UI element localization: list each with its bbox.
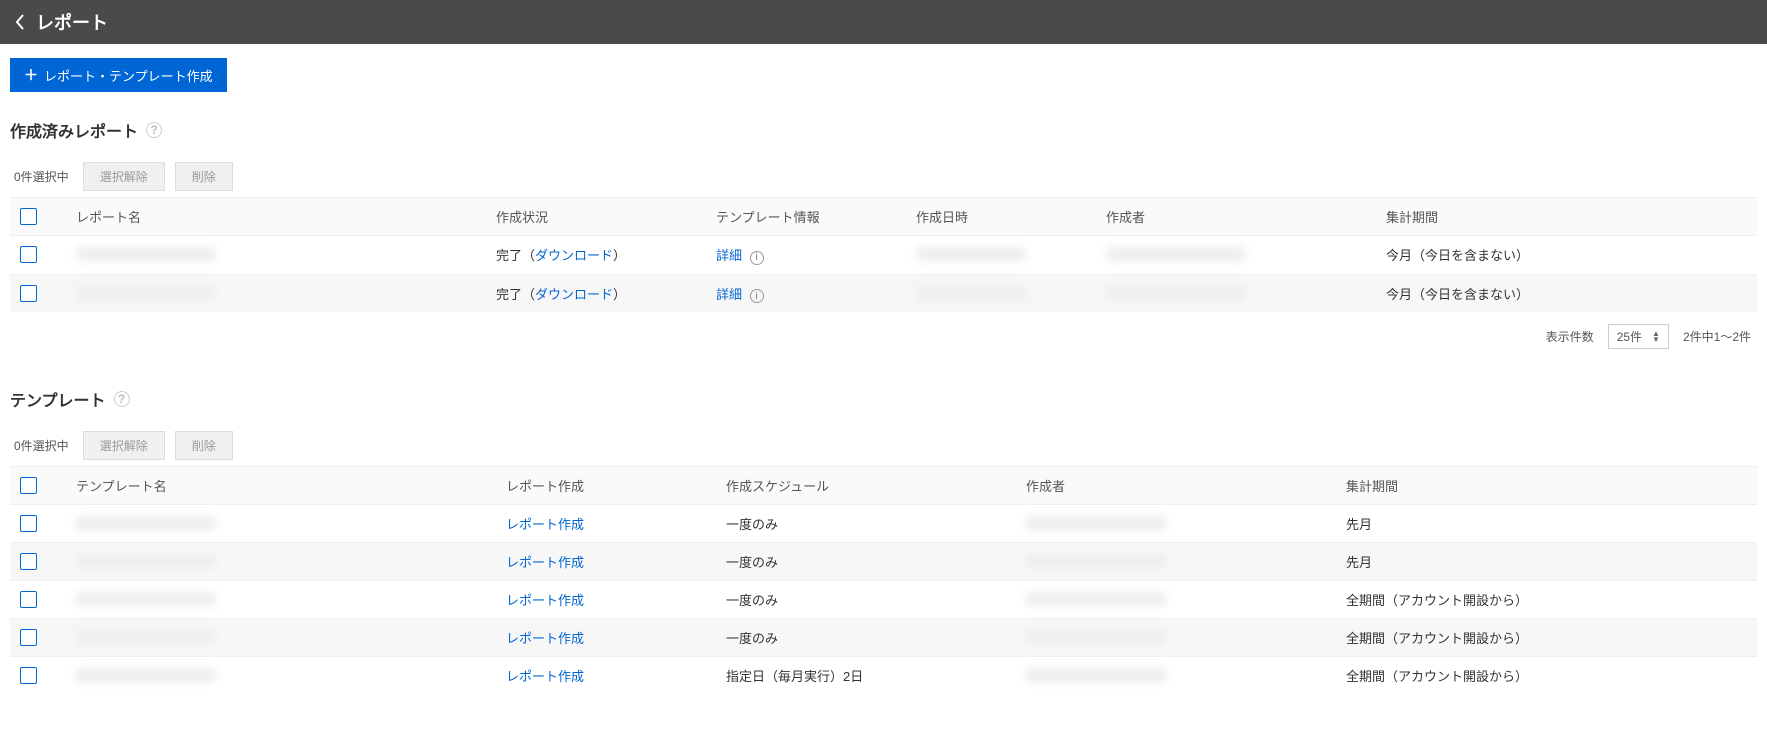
row-checkbox[interactable] — [20, 515, 37, 532]
detail-cell: 詳細 i — [706, 236, 906, 275]
create-report-link[interactable]: レポート作成 — [506, 555, 584, 570]
col-template-name: テンプレート名 — [66, 467, 496, 505]
reports-table: レポート名 作成状況 テンプレート情報 作成日時 作成者 集計期間 完了（ダウン… — [10, 197, 1757, 312]
period-cell: 今月（今日を含まない） — [1376, 274, 1757, 312]
col-template-info: テンプレート情報 — [706, 198, 906, 236]
templates-selected-count: 0件選択中 — [14, 437, 69, 454]
create-report-label: レポート・テンプレート作成 — [44, 66, 213, 85]
back-icon[interactable] — [14, 13, 26, 31]
page-title: レポート — [36, 9, 108, 35]
page-size-label: 表示件数 — [1546, 328, 1594, 345]
create-report-button[interactable]: ＋ レポート・テンプレート作成 — [10, 58, 227, 92]
table-row: レポート作成指定日（毎月実行）2日 全期間（アカウント開設から） — [10, 657, 1757, 695]
page-size-select[interactable]: 25件 ▲▼ — [1608, 324, 1669, 349]
create-report-link[interactable]: レポート作成 — [506, 517, 584, 532]
reports-pager: 表示件数 25件 ▲▼ 2件中1～2件 — [10, 312, 1757, 361]
period-cell: 全期間（アカウント開設から） — [1336, 619, 1757, 657]
table-row: レポート作成 一度のみ 全期間（アカウント開設から） — [10, 581, 1757, 619]
row-checkbox[interactable] — [20, 553, 37, 570]
period-cell: 先月 — [1336, 543, 1757, 581]
templates-table: テンプレート名 レポート作成 作成スケジュール 作成者 集計期間 レポート作成一… — [10, 466, 1757, 694]
table-row: レポート作成 一度のみ 全期間（アカウント開設から） — [10, 619, 1757, 657]
created-at-redacted — [916, 247, 1026, 261]
template-name-redacted — [76, 516, 216, 530]
creator-redacted — [1026, 554, 1166, 568]
templates-deselect-button[interactable]: 選択解除 — [83, 431, 165, 460]
col-report-status: 作成状況 — [486, 198, 706, 236]
info-icon[interactable]: i — [750, 251, 764, 265]
templates-header-row: テンプレート名 レポート作成 作成スケジュール 作成者 集計期間 — [10, 467, 1757, 505]
download-link[interactable]: ダウンロード — [535, 248, 613, 263]
creator-redacted — [1026, 516, 1166, 530]
page-range: 2件中1～2件 — [1683, 328, 1751, 345]
schedule-cell: 一度のみ — [716, 505, 1016, 543]
col-template-schedule: 作成スケジュール — [716, 467, 1016, 505]
schedule-cell: 一度のみ — [716, 543, 1016, 581]
reports-header-row: レポート名 作成状況 テンプレート情報 作成日時 作成者 集計期間 — [10, 198, 1757, 236]
plus-icon: ＋ — [24, 65, 38, 85]
col-template-create: レポート作成 — [496, 467, 716, 505]
stepper-icon: ▲▼ — [1652, 331, 1660, 343]
page-header: レポート — [0, 0, 1767, 44]
schedule-cell: 指定日（毎月実行）2日 — [716, 657, 1016, 695]
period-cell: 全期間（アカウント開設から） — [1336, 657, 1757, 695]
col-report-name: レポート名 — [66, 198, 486, 236]
reports-toolbar: 0件選択中 選択解除 削除 — [10, 156, 1757, 197]
col-template-period: 集計期間 — [1336, 467, 1757, 505]
reports-delete-button[interactable]: 削除 — [175, 162, 233, 191]
help-icon[interactable]: ? — [146, 122, 162, 138]
help-icon[interactable]: ? — [114, 391, 130, 407]
reports-deselect-button[interactable]: 選択解除 — [83, 162, 165, 191]
templates-toolbar: 0件選択中 選択解除 削除 — [10, 425, 1757, 466]
row-checkbox[interactable] — [20, 285, 37, 302]
period-cell: 先月 — [1336, 505, 1757, 543]
created-at-redacted — [916, 286, 1026, 300]
reports-section-title: 作成済みレポート ? — [10, 118, 1757, 142]
reports-select-all[interactable] — [20, 208, 37, 225]
col-period: 集計期間 — [1376, 198, 1757, 236]
creator-redacted — [1106, 286, 1246, 300]
create-report-link[interactable]: レポート作成 — [506, 631, 584, 646]
period-cell: 全期間（アカウント開設から） — [1336, 581, 1757, 619]
row-checkbox[interactable] — [20, 629, 37, 646]
creator-redacted — [1026, 630, 1166, 644]
col-template-creator: 作成者 — [1016, 467, 1336, 505]
detail-link[interactable]: 詳細 — [716, 287, 742, 302]
templates-delete-button[interactable]: 削除 — [175, 431, 233, 460]
table-row: レポート作成 一度のみ 先月 — [10, 505, 1757, 543]
schedule-cell: 一度のみ — [716, 581, 1016, 619]
template-name-redacted — [76, 592, 216, 606]
download-link[interactable]: ダウンロード — [535, 287, 613, 302]
templates-select-all[interactable] — [20, 477, 37, 494]
col-creator: 作成者 — [1096, 198, 1376, 236]
report-name-redacted — [76, 247, 216, 261]
row-checkbox[interactable] — [20, 591, 37, 608]
creator-redacted — [1026, 668, 1166, 682]
template-name-redacted — [76, 554, 216, 568]
table-row: 完了（ダウンロード）詳細 i 今月（今日を含まない） — [10, 236, 1757, 275]
status-cell: 完了（ダウンロード） — [486, 274, 706, 312]
templates-section-title: テンプレート ? — [10, 387, 1757, 411]
table-row: 完了（ダウンロード）詳細 i 今月（今日を含まない） — [10, 274, 1757, 312]
period-cell: 今月（今日を含まない） — [1376, 236, 1757, 275]
row-checkbox[interactable] — [20, 667, 37, 684]
report-name-redacted — [76, 286, 216, 300]
detail-cell: 詳細 i — [706, 274, 906, 312]
col-created-at: 作成日時 — [906, 198, 1096, 236]
row-checkbox[interactable] — [20, 246, 37, 263]
template-name-redacted — [76, 668, 216, 682]
status-cell: 完了（ダウンロード） — [486, 236, 706, 275]
table-row: レポート作成 一度のみ 先月 — [10, 543, 1757, 581]
schedule-cell: 一度のみ — [716, 619, 1016, 657]
template-name-redacted — [76, 630, 216, 644]
info-icon[interactable]: i — [750, 289, 764, 303]
creator-redacted — [1026, 592, 1166, 606]
detail-link[interactable]: 詳細 — [716, 248, 742, 263]
reports-selected-count: 0件選択中 — [14, 168, 69, 185]
create-report-link[interactable]: レポート作成 — [506, 593, 584, 608]
creator-redacted — [1106, 247, 1246, 261]
